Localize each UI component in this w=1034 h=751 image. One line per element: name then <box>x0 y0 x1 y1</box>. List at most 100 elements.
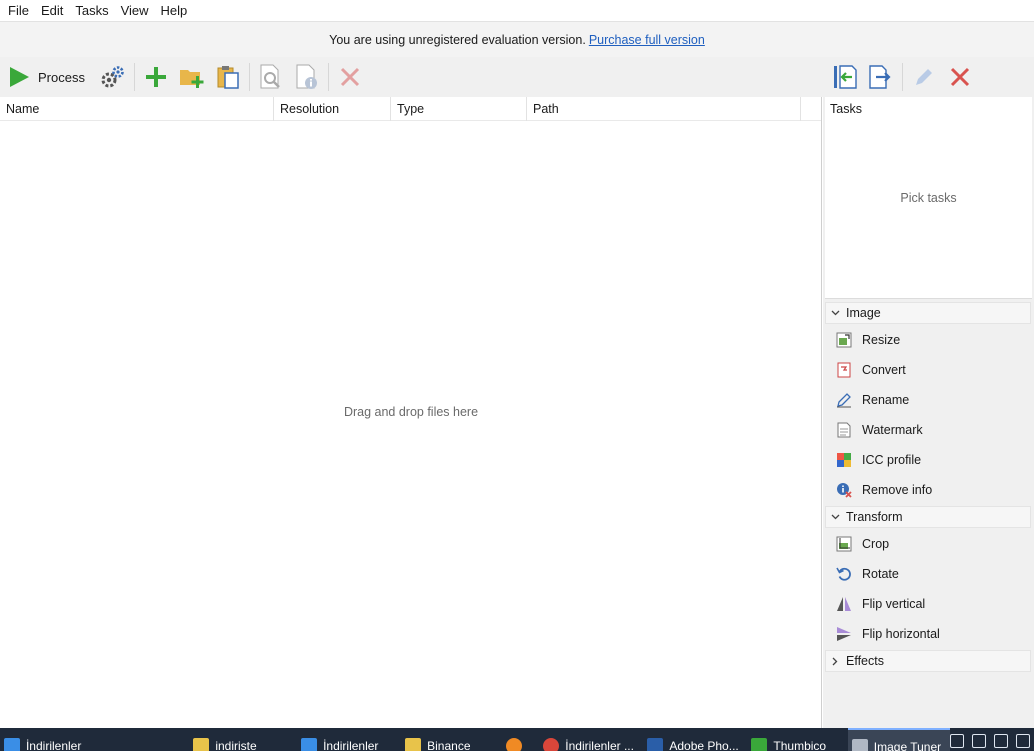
task-label: Resize <box>862 333 901 347</box>
folder-download-icon <box>4 737 20 751</box>
task-label: Crop <box>862 537 890 551</box>
task-label: ICC profile <box>862 453 922 467</box>
remove-files-button[interactable] <box>332 61 368 93</box>
import-tasks-button[interactable] <box>827 61 863 93</box>
task-flip-horizontal[interactable]: Flip horizontal <box>825 619 1031 649</box>
task-icc-profile[interactable]: ICC profile <box>825 445 1031 475</box>
chevron-up-icon[interactable] <box>950 734 964 748</box>
settings-button[interactable] <box>95 61 131 93</box>
file-info-button[interactable] <box>289 61 325 93</box>
task-watermark[interactable]: Watermark <box>825 415 1031 445</box>
chevron-right-icon <box>830 656 840 666</box>
chrome-icon <box>543 737 560 751</box>
pencil-icon <box>916 69 932 85</box>
paste-button[interactable] <box>210 61 246 93</box>
folder-add-icon <box>179 70 204 88</box>
network-icon[interactable] <box>994 734 1008 748</box>
menu-tasks[interactable]: Tasks <box>69 0 114 21</box>
export-tasks-button[interactable] <box>863 61 899 93</box>
purchase-link[interactable]: Purchase full version <box>589 33 705 47</box>
file-info-icon <box>296 64 317 89</box>
column-header-name[interactable]: Name <box>0 97 274 121</box>
menu-view[interactable]: View <box>115 0 155 21</box>
process-label: Process <box>38 69 85 85</box>
group-label: Effects <box>846 654 884 668</box>
taskbar-label: Binance <box>427 738 471 751</box>
group-label: Image <box>846 306 881 320</box>
tablet-icon[interactable] <box>972 734 986 748</box>
file-list[interactable]: Name Resolution Type Path Drag and drop … <box>0 97 822 728</box>
taskbar-item[interactable]: Binance <box>401 728 501 751</box>
taskbar-item[interactable]: İndirilenler ... <box>539 728 643 751</box>
toolbar-separator <box>133 63 135 91</box>
menu-edit[interactable]: Edit <box>35 0 69 21</box>
task-label: Rename <box>862 393 910 407</box>
system-tray <box>950 728 1034 748</box>
task-convert[interactable]: Convert <box>825 355 1031 385</box>
play-icon <box>10 67 29 87</box>
taskbar-item[interactable]: indiriste <box>89 728 297 751</box>
task-label: Flip vertical <box>862 597 926 611</box>
group-header-effects[interactable]: Effects <box>825 650 1031 672</box>
toolbar-separator <box>248 63 250 91</box>
column-header-path[interactable]: Path <box>527 97 801 121</box>
menu-file[interactable]: File <box>2 0 35 21</box>
export-icon <box>869 65 891 89</box>
task-resize[interactable]: Resize <box>825 325 1031 355</box>
taskbar-label: İndirilenler <box>25 738 82 751</box>
tasks-title: Tasks <box>830 102 862 116</box>
menu-help[interactable]: Help <box>155 0 194 21</box>
add-files-button[interactable] <box>138 61 174 93</box>
process-button[interactable]: Process <box>0 61 95 93</box>
taskbar-label: indiriste <box>215 738 257 751</box>
flip-horizontal-icon <box>835 625 853 643</box>
task-remove-info[interactable]: Remove info <box>825 475 1031 505</box>
clipboard-icon <box>217 66 239 89</box>
preview-button[interactable] <box>253 61 289 93</box>
task-rename[interactable]: Rename <box>825 385 1031 415</box>
group-header-transform[interactable]: Transform <box>825 506 1031 528</box>
close-icon <box>340 67 360 87</box>
remove-task-button[interactable] <box>942 61 978 93</box>
gears-icon <box>101 66 124 88</box>
taskbar-item[interactable] <box>502 728 540 751</box>
edit-task-button[interactable] <box>906 61 942 93</box>
taskbar-label: Image Tuner <box>873 739 942 751</box>
folder-icon <box>405 737 422 751</box>
column-header-resolution[interactable]: Resolution <box>274 97 391 121</box>
windows-taskbar: İndirilenler indiriste İndirilenler Bina… <box>0 728 1034 751</box>
thumbico-icon <box>751 737 768 751</box>
file-list-header: Name Resolution Type Path <box>0 97 821 121</box>
task-label: Convert <box>862 363 906 377</box>
group-header-image[interactable]: Image <box>825 302 1031 324</box>
taskbar-item[interactable]: Thumbico <box>747 728 847 751</box>
taskbar-item-active[interactable]: Image Tuner <box>847 728 950 751</box>
group-label: Transform <box>846 510 903 524</box>
firefox-icon <box>505 737 522 751</box>
taskbar-item[interactable]: İndirilenler <box>0 728 89 751</box>
toolbar-separator <box>327 63 329 91</box>
taskbar-label: İndirilenler <box>323 738 379 751</box>
close-icon <box>950 67 970 87</box>
add-folder-button[interactable] <box>174 61 210 93</box>
watermark-icon <box>835 421 853 439</box>
photoshop-icon <box>647 737 664 751</box>
task-rotate[interactable]: Rotate <box>825 559 1031 589</box>
toolbar-separator <box>902 63 903 91</box>
tray-folder-icon[interactable] <box>1016 734 1030 748</box>
chevron-down-icon <box>830 308 840 318</box>
icc-profile-icon <box>835 451 853 469</box>
task-flip-vertical[interactable]: Flip vertical <box>825 589 1031 619</box>
rotate-icon <box>835 565 853 583</box>
column-header-type[interactable]: Type <box>391 97 527 121</box>
selected-tasks-list[interactable]: Tasks Pick tasks <box>825 97 1032 299</box>
chevron-down-icon <box>830 512 840 522</box>
taskbar-item[interactable]: İndirilenler <box>297 728 401 751</box>
convert-icon <box>835 361 853 379</box>
evaluation-message: You are using unregistered evaluation ve… <box>329 32 586 47</box>
flip-vertical-icon <box>835 595 853 613</box>
resize-icon <box>835 331 853 349</box>
task-crop[interactable]: Crop <box>825 529 1031 559</box>
task-label: Flip horizontal <box>862 627 940 641</box>
taskbar-item[interactable]: Adobe Pho... <box>643 728 747 751</box>
